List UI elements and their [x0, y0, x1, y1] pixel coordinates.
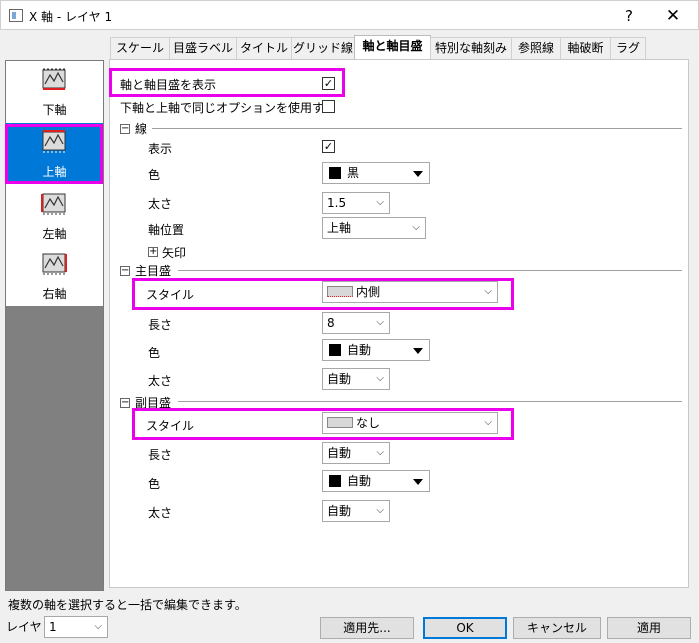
axis-position-value: 上軸 [327, 221, 352, 235]
line-thickness-label: 太さ [148, 197, 173, 211]
minor-thickness-label: 太さ [148, 506, 173, 520]
tab-axis-and-ticks[interactable]: 軸と軸目盛 [354, 35, 431, 60]
expand-arrow-icon[interactable]: + [148, 247, 158, 257]
tab-scale[interactable]: スケール [110, 37, 170, 59]
highlight-top-axis [5, 124, 103, 184]
line-color-label: 色 [148, 168, 161, 182]
major-color-label: 色 [148, 346, 161, 360]
title-bar: X 軸 - レイヤ 1 ? ✕ [0, 0, 699, 30]
section-major-title: 主目盛 [135, 264, 172, 278]
major-thickness-label: 太さ [148, 374, 173, 388]
tab-content: 軸と軸目盛を表示 ✓ 下軸と上軸で同じオプションを使用する − 線 表示 ✓ 色… [109, 59, 689, 588]
line-thickness-select[interactable]: 1.5 ⌵ [322, 192, 390, 214]
color-swatch [329, 475, 341, 487]
collapse-minor-icon[interactable]: − [120, 398, 130, 408]
collapse-line-icon[interactable]: − [120, 124, 130, 134]
help-button[interactable]: ? [617, 5, 641, 27]
arrow-label: 矢印 [162, 246, 187, 260]
axis-position-label: 軸位置 [148, 223, 185, 237]
axis-item-right[interactable]: 右軸 [6, 245, 103, 305]
major-thickness-select[interactable]: 自動 ⌵ [322, 368, 390, 390]
section-line-title: 線 [135, 122, 148, 136]
line-show-checkbox[interactable]: ✓ [322, 140, 335, 153]
axis-item-label: 下軸 [42, 103, 67, 117]
window-icon [9, 9, 23, 22]
major-thickness-value: 自動 [327, 372, 352, 386]
major-color-value: 自動 [347, 343, 372, 357]
tab-special-ticks[interactable]: 特別な軸刻み [430, 37, 512, 59]
line-show-label: 表示 [148, 142, 173, 156]
chevron-down-icon: ⌵ [376, 447, 384, 458]
chevron-down-icon: ⌵ [376, 197, 384, 208]
highlight-major-style [132, 278, 514, 310]
minor-thickness-value: 自動 [327, 504, 352, 518]
same-options-label: 下軸と上軸で同じオプションを使用する [120, 101, 337, 115]
axis-position-select[interactable]: 上軸 ⌵ [322, 217, 426, 239]
layer-label: レイヤ [6, 620, 42, 634]
tab-tick-labels[interactable]: 目盛ラベル [169, 37, 237, 59]
apply-button[interactable]: 適用 [607, 617, 691, 639]
axis-item-left[interactable]: 左軸 [6, 185, 103, 245]
status-text: 複数の軸を選択すると一括で編集できます。 [8, 598, 247, 612]
minor-color-value: 自動 [347, 474, 372, 488]
tab-grid-lines[interactable]: グリッド線 [291, 37, 355, 59]
chevron-down-icon: ⌵ [376, 505, 384, 516]
layer-select[interactable]: 1 ⌵ [44, 616, 108, 638]
apply-to-button[interactable]: 適用先... [320, 617, 414, 639]
same-options-checkbox[interactable] [322, 100, 335, 113]
cancel-button[interactable]: キャンセル [513, 617, 601, 639]
layer-value: 1 [49, 620, 57, 634]
chevron-down-icon: ⌵ [412, 222, 420, 233]
minor-color-select[interactable]: 自動 [322, 470, 430, 492]
line-color-value: 黒 [347, 166, 360, 180]
color-swatch [329, 167, 341, 179]
chevron-down-icon: ⌵ [376, 373, 384, 384]
tab-title[interactable]: タイトル [236, 37, 292, 59]
dropdown-triangle-icon [413, 171, 423, 177]
collapse-major-icon[interactable]: − [120, 266, 130, 276]
tab-rug[interactable]: ラグ [610, 37, 646, 59]
line-color-select[interactable]: 黒 [322, 162, 430, 184]
major-color-select[interactable]: 自動 [322, 339, 430, 361]
axis-item-bottom[interactable]: 下軸 [6, 61, 103, 121]
major-length-value: 8 [327, 316, 335, 330]
axis-item-label: 左軸 [42, 227, 67, 241]
bottom-axis-icon [42, 68, 66, 90]
tab-axis-break[interactable]: 軸破断 [560, 37, 611, 59]
color-swatch [329, 344, 341, 356]
major-length-label: 長さ [148, 318, 173, 332]
dropdown-triangle-icon [413, 348, 423, 354]
highlight-minor-style [132, 408, 514, 440]
major-length-select[interactable]: 8 ⌵ [322, 312, 390, 334]
axis-item-label: 右軸 [42, 287, 67, 301]
chevron-down-icon: ⌵ [94, 621, 102, 632]
line-thickness-value: 1.5 [327, 196, 347, 210]
minor-length-label: 長さ [148, 448, 173, 462]
close-button[interactable]: ✕ [661, 5, 685, 27]
minor-length-value: 自動 [327, 446, 352, 460]
window-title: X 軸 - レイヤ 1 [29, 10, 113, 24]
left-axis-icon [41, 193, 66, 215]
right-axis-icon [42, 253, 67, 275]
dropdown-triangle-icon [413, 479, 423, 485]
divider [178, 401, 682, 402]
ok-button[interactable]: OK [423, 617, 507, 639]
tab-reference-lines[interactable]: 参照線 [511, 37, 561, 59]
divider [152, 128, 682, 129]
highlight-show-axis [109, 68, 345, 97]
minor-color-label: 色 [148, 477, 161, 491]
minor-thickness-select[interactable]: 自動 ⌵ [322, 500, 390, 522]
chevron-down-icon: ⌵ [376, 317, 384, 328]
divider [178, 270, 682, 271]
minor-length-select[interactable]: 自動 ⌵ [322, 442, 390, 464]
